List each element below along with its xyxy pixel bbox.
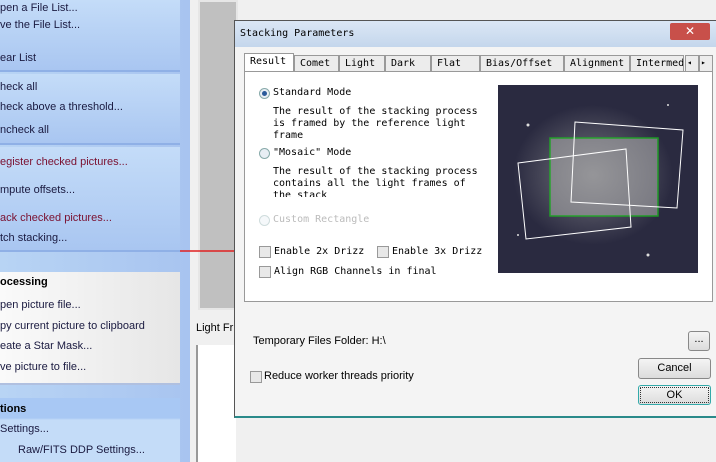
mosaic-mode-radio[interactable] [259, 148, 270, 159]
mosaic-desc-line: The result of the stacking process [273, 166, 478, 177]
check-above-threshold-link[interactable]: heck above a threshold... [0, 101, 123, 113]
open-picture-link[interactable]: pen picture file... [0, 299, 81, 311]
options-header: tions [0, 403, 27, 415]
mosaic-mode-label: "Mosaic" Mode [273, 147, 352, 158]
standard-desc-line: frame [273, 130, 304, 138]
stacking-mode-preview-image [498, 85, 698, 273]
dialog-title: Stacking Parameters [240, 28, 355, 39]
stack-checked-link[interactable]: ack checked pictures... [0, 212, 112, 224]
picture-area [198, 0, 238, 310]
processing-header: ocessing [0, 276, 48, 288]
cancel-button[interactable]: Cancel [638, 358, 711, 379]
drizzle-2x-label: Enable 2x Drizz [274, 246, 365, 257]
uncheck-all-link[interactable]: ncheck all [0, 124, 49, 136]
temp-folder-label: Temporary Files Folder: H:\ [253, 335, 386, 347]
custom-rectangle-label: Custom Rectangle [273, 214, 370, 225]
drizzle-2x-checkbox[interactable] [259, 246, 271, 258]
copy-picture-link[interactable]: py current picture to clipboard [0, 320, 145, 332]
open-file-list-link[interactable]: pen a File List... [0, 2, 78, 14]
standard-desc-line: is framed by the reference light [273, 118, 466, 129]
align-rgb-checkbox[interactable] [259, 266, 271, 278]
settings-link[interactable]: Settings... [0, 423, 49, 435]
register-checked-link[interactable]: egister checked pictures... [0, 156, 128, 168]
light-frames-tab[interactable]: Light Fr [196, 322, 233, 334]
compute-offsets-link[interactable]: mpute offsets... [0, 184, 75, 196]
save-picture-link[interactable]: ve picture to file... [0, 361, 86, 373]
standard-desc-line: The result of the stacking process [273, 106, 478, 117]
mosaic-desc-line: contains all the light frames of [273, 178, 466, 189]
file-list-area [196, 345, 236, 462]
options-section: tions Settings... Raw/FITS DDP Settings.… [0, 398, 180, 462]
file-list-section: pen a File List... ve the File List... e… [0, 0, 180, 72]
reduce-priority-label: Reduce worker threads priority [264, 370, 414, 382]
mosaic-desc-line: the stack [273, 190, 328, 197]
align-rgb-label: Align RGB Channels in final [274, 266, 437, 277]
clear-list-link[interactable]: ear List [0, 52, 36, 64]
standard-mode-radio[interactable] [259, 88, 270, 99]
dialog-title-bar[interactable]: Stacking Parameters [235, 21, 716, 47]
drizzle-3x-label: Enable 3x Drizz [392, 246, 483, 257]
result-tab-panel: Standard Mode The result of the stacking… [244, 71, 713, 302]
standard-mode-label: Standard Mode [273, 87, 352, 98]
close-button[interactable]: ✕ [670, 23, 710, 40]
browse-folder-button[interactable]: ... [688, 331, 710, 351]
save-file-list-link[interactable]: ve the File List... [0, 19, 80, 31]
register-section: egister checked pictures... mpute offset… [0, 147, 180, 252]
left-task-panel: pen a File List... ve the File List... e… [0, 0, 190, 462]
star-mask-link[interactable]: eate a Star Mask... [0, 340, 92, 352]
raw-fits-settings-link[interactable]: Raw/FITS DDP Settings... [18, 444, 145, 456]
custom-rectangle-radio[interactable] [259, 215, 270, 226]
drizzle-3x-checkbox[interactable] [377, 246, 389, 258]
check-section: heck all heck above a threshold... nchec… [0, 74, 180, 145]
processing-section: ocessing pen picture file... py current … [0, 272, 180, 385]
batch-stacking-link[interactable]: tch stacking... [0, 232, 67, 244]
stacking-parameters-dialog: Stacking Parameters ✕ Result Comet Light… [234, 20, 716, 418]
reduce-priority-checkbox[interactable] [250, 371, 262, 383]
check-all-link[interactable]: heck all [0, 81, 37, 93]
ok-button[interactable]: OK [638, 385, 711, 405]
